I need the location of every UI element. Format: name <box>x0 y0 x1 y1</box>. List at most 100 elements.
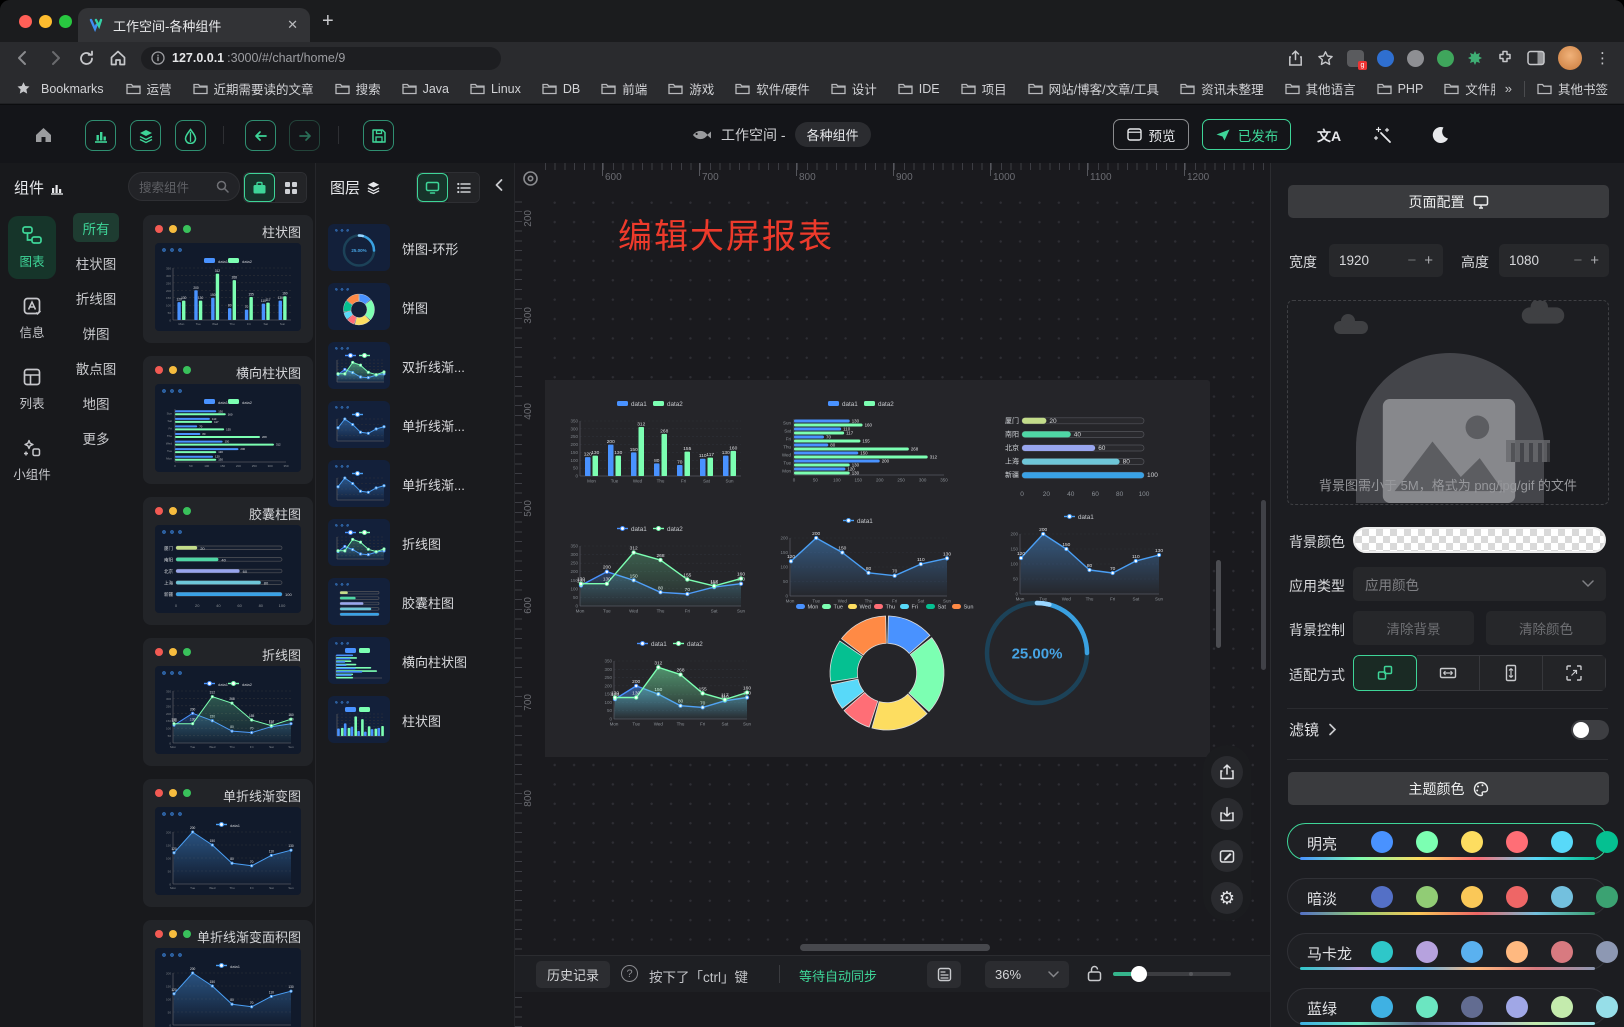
reload-icon[interactable] <box>78 50 95 67</box>
category-item-3[interactable]: 饼图 <box>64 315 128 350</box>
fit-height-button[interactable] <box>1480 655 1543 691</box>
canvas-vertical-scrollbar[interactable] <box>1216 560 1221 648</box>
layer-item[interactable]: 饼图 <box>328 281 514 333</box>
collapse-panel-icon[interactable] <box>492 178 506 192</box>
language-icon[interactable]: 文A <box>1317 126 1341 146</box>
decrement-icon[interactable]: − <box>1573 252 1582 269</box>
settings-gear-icon[interactable]: ⚙ <box>1211 882 1243 914</box>
extension-icon-gray[interactable] <box>1407 50 1424 67</box>
project-name-badge[interactable]: 各种组件 <box>795 122 871 147</box>
chart-donut[interactable]: MonTueWedThuFriSatSun <box>794 600 980 732</box>
zoom-slider-knob[interactable] <box>1131 966 1147 982</box>
canvas-area[interactable]: 6007008009001000110012001300 20030040050… <box>515 163 1270 1027</box>
theme-color-dot[interactable] <box>1371 831 1393 853</box>
background-color-swatch[interactable] <box>1353 527 1606 553</box>
theme-color-dot[interactable] <box>1551 941 1573 963</box>
theme-row-0[interactable]: 明亮 <box>1287 823 1608 860</box>
category-item-5[interactable]: 地图 <box>64 385 128 420</box>
lock-icon[interactable] <box>1087 964 1102 982</box>
bookmark-folder[interactable]: 近期需要读的文章 <box>193 79 314 98</box>
extension-icon-g[interactable]: g <box>1347 50 1364 67</box>
background-upload-dropzone[interactable]: 背景图需小于 5M，格式为 png/jpg/gif 的文件 <box>1287 300 1609 505</box>
bookmark-folder[interactable]: 前端 <box>601 79 647 98</box>
filter-section-toggle[interactable]: 滤镜 <box>1289 719 1337 740</box>
theme-color-dot[interactable] <box>1551 996 1573 1018</box>
increment-icon[interactable]: + <box>1424 252 1433 269</box>
forward-icon[interactable] <box>46 49 64 67</box>
fit-stretch-button[interactable] <box>1543 655 1606 691</box>
panel-scrollbar-thumb[interactable] <box>1261 500 1266 670</box>
changelog-button[interactable] <box>927 961 961 988</box>
theme-color-dot[interactable] <box>1596 941 1618 963</box>
sidebar-tab-info[interactable]: 信息 <box>8 287 56 350</box>
page-config-header[interactable]: 页面配置 <box>1288 185 1609 218</box>
home-button-icon[interactable] <box>34 126 53 144</box>
edit-button[interactable] <box>1211 840 1243 872</box>
layers-toolbar-button[interactable] <box>130 120 161 151</box>
bookmark-folder[interactable]: 设计 <box>831 79 877 98</box>
save-button[interactable] <box>363 120 394 151</box>
components-view-box-button[interactable] <box>244 173 275 202</box>
extension-icon-blue[interactable] <box>1377 50 1394 67</box>
fit-scale-button[interactable] <box>1353 655 1417 691</box>
window-close-button[interactable] <box>19 15 32 28</box>
home-icon[interactable] <box>109 49 127 67</box>
theme-color-dot[interactable] <box>1371 996 1393 1018</box>
window-zoom-button[interactable] <box>59 15 72 28</box>
bookmark-folder[interactable]: IDE <box>898 82 940 96</box>
theme-color-dot[interactable] <box>1461 941 1483 963</box>
component-card[interactable]: 单折线渐变面积图data1050100150200120200150807011… <box>143 920 313 1027</box>
clear-color-button[interactable]: 清除颜色 <box>1486 611 1606 645</box>
extension-pin-icon[interactable] <box>1467 50 1483 66</box>
extension-icon-green[interactable] <box>1437 50 1454 67</box>
category-item-0[interactable]: 所有 <box>73 213 119 242</box>
canvas-horizontal-scrollbar[interactable] <box>800 944 990 951</box>
publish-button[interactable]: 已发布 <box>1202 119 1291 150</box>
canvas-dashboard-panel[interactable]: data1data2050100150200250300350120130Mon… <box>542 380 1210 757</box>
new-tab-button[interactable]: + <box>322 10 334 33</box>
component-card[interactable]: 单折线渐变图data105010015020012020015080701101… <box>143 779 313 907</box>
sidebar-tab-charts[interactable]: 图表 <box>8 216 56 279</box>
layer-item[interactable]: 单折线渐... <box>328 458 514 510</box>
bookmarks-star-icon[interactable] <box>16 81 31 96</box>
preview-button[interactable]: 预览 <box>1113 119 1189 150</box>
back-icon[interactable] <box>14 49 32 67</box>
tab-close-icon[interactable]: ✕ <box>285 17 300 33</box>
bookmark-folder[interactable]: 软件/硬件 <box>735 79 809 98</box>
redo-button[interactable] <box>289 120 320 151</box>
layers-view-list-button[interactable] <box>448 173 479 202</box>
theme-color-dot[interactable] <box>1596 831 1618 853</box>
import-button[interactable] <box>1211 798 1243 830</box>
bookmark-folder[interactable]: 搜索 <box>335 79 381 98</box>
filter-switch[interactable] <box>1571 720 1609 740</box>
theme-color-dot[interactable] <box>1461 886 1483 908</box>
theme-color-dot[interactable] <box>1416 831 1438 853</box>
layer-item[interactable]: 25.00%饼图-环形 <box>328 222 514 274</box>
bookmark-folder[interactable]: PHP <box>1377 82 1424 96</box>
bookmarks-label[interactable]: Bookmarks <box>41 82 104 96</box>
chart-capsule[interactable]: 厦门20南阳40北京60上海80新疆100020406080100 <box>998 406 1166 498</box>
address-bar[interactable]: 127.0.0.1 :3000/#/chart/home/9 <box>141 47 501 70</box>
layer-item[interactable]: 横向柱状图 <box>328 635 514 687</box>
chart-bar-grouped[interactable]: data1data2050100150200250300350120130Mon… <box>558 395 748 490</box>
theme-color-dot[interactable] <box>1371 941 1393 963</box>
component-card[interactable]: 横向柱状图data1data2050100150200250300350Sun1… <box>143 356 313 484</box>
theme-row-3[interactable]: 蓝绿 <box>1287 988 1608 1025</box>
canvas-text-element[interactable]: 编辑大屏报表 <box>618 209 834 258</box>
sidebar-tab-widgets[interactable]: 小组件 <box>8 429 56 492</box>
layer-item[interactable]: 双折线渐... <box>328 340 514 392</box>
bookmark-folder[interactable]: 网站/博客/文章/工具 <box>1028 79 1159 98</box>
fit-width-button[interactable] <box>1417 655 1480 691</box>
browser-tab[interactable]: 工作空间-各种组件 ✕ <box>78 8 310 42</box>
category-item-4[interactable]: 散点图 <box>64 350 128 385</box>
bookmark-star-icon[interactable] <box>1317 50 1334 67</box>
bookmark-folder[interactable]: 文件服务器 <box>1444 79 1494 98</box>
component-card[interactable]: 胶囊柱图厦门20南阳40北京60上海80新疆100020406080100 <box>143 497 313 625</box>
theme-color-dot[interactable] <box>1461 831 1483 853</box>
eye-icon[interactable] <box>522 170 539 187</box>
category-item-1[interactable]: 柱状图 <box>64 245 128 280</box>
window-minimize-button[interactable] <box>39 15 52 28</box>
category-item-2[interactable]: 折线图 <box>64 280 128 315</box>
bookmark-folder[interactable]: 资讯未整理 <box>1180 79 1264 98</box>
components-toolbar-button[interactable] <box>85 120 116 151</box>
